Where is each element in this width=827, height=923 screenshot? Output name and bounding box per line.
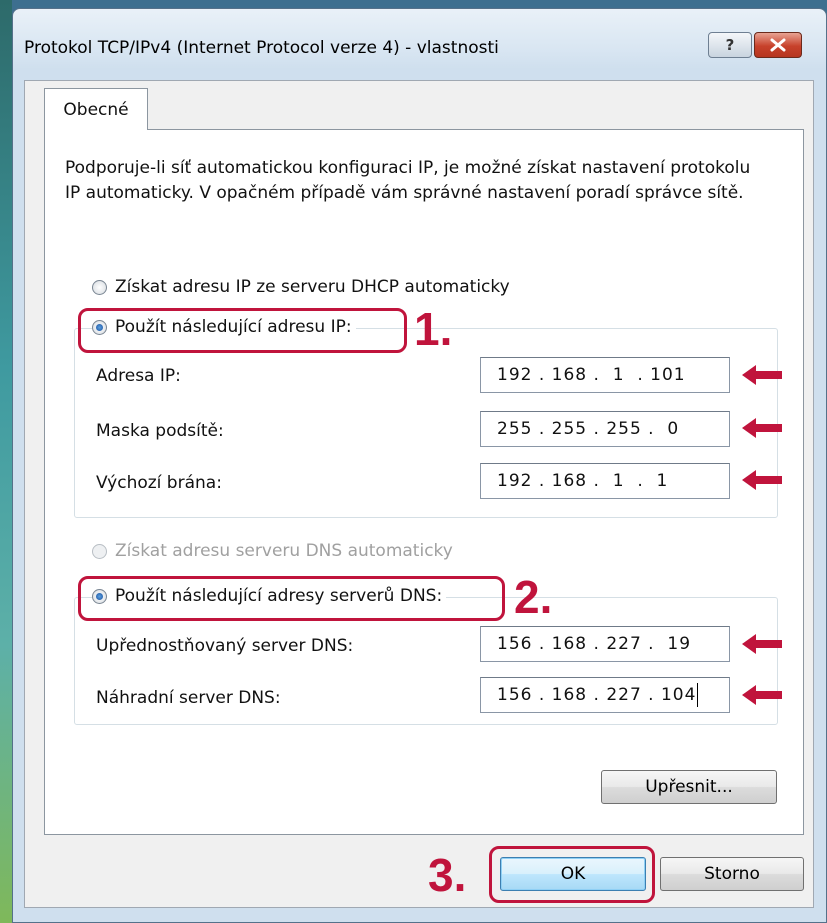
red-arrow-icon (742, 685, 782, 705)
radio-button[interactable] (92, 543, 107, 559)
default-gateway-input[interactable]: 192 . 168 . 1 . 1 (480, 463, 730, 499)
radio-dns-auto-label: Získat adresu serveru DNS automaticky (115, 541, 453, 561)
alternate-dns-label: Náhradní server DNS: (96, 688, 281, 708)
preferred-dns-input[interactable]: 156 . 168 . 227 . 19 (480, 626, 730, 662)
preferred-dns-label: Upřednostňovaný server DNS: (96, 636, 354, 656)
step-3-label: 3. (428, 849, 467, 901)
highlight-box-step3 (489, 846, 655, 903)
radio-ip-auto[interactable]: Získat adresu IP ze serveru DHCP automat… (92, 277, 510, 297)
alternate-dns-input[interactable]: 156 . 168 . 227 . 104 (480, 677, 730, 713)
highlight-box-step1 (78, 308, 407, 353)
subnet-mask-label: Maska podsítě: (96, 421, 224, 441)
radio-button[interactable] (92, 279, 107, 295)
radio-dns-auto[interactable]: Získat adresu serveru DNS automaticky (92, 541, 453, 561)
red-arrow-icon (742, 470, 782, 490)
help-button[interactable]: ? (708, 32, 752, 58)
radio-ip-auto-label: Získat adresu IP ze serveru DHCP automat… (115, 277, 510, 297)
ip-address-label: Adresa IP: (96, 366, 181, 386)
subnet-mask-input[interactable]: 255 . 255 . 255 . 0 (480, 411, 730, 447)
window-title: Protokol TCP/IPv4 (Internet Protocol ver… (24, 38, 499, 58)
cancel-button[interactable]: Storno (660, 857, 804, 891)
highlight-box-step2 (78, 576, 505, 621)
text-caret (697, 683, 699, 707)
desktop-background (0, 0, 12, 923)
close-button[interactable] (754, 32, 802, 58)
ip-address-input[interactable]: 192 . 168 . 1 . 101 (480, 357, 730, 393)
red-arrow-icon (742, 418, 782, 438)
alternate-dns-value: 156 . 168 . 227 . 104 (497, 685, 697, 705)
close-icon (770, 38, 786, 52)
red-arrow-icon (742, 634, 782, 654)
step-2-label: 2. (514, 571, 553, 623)
default-gateway-label: Výchozí brána: (96, 473, 222, 493)
tab-general[interactable]: Obecné (44, 88, 148, 130)
advanced-button[interactable]: Upřesnit... (601, 770, 777, 804)
red-arrow-icon (742, 365, 782, 385)
step-1-label: 1. (414, 303, 453, 355)
description-text: Podporuje-li síť automatickou konfigurac… (65, 158, 751, 203)
